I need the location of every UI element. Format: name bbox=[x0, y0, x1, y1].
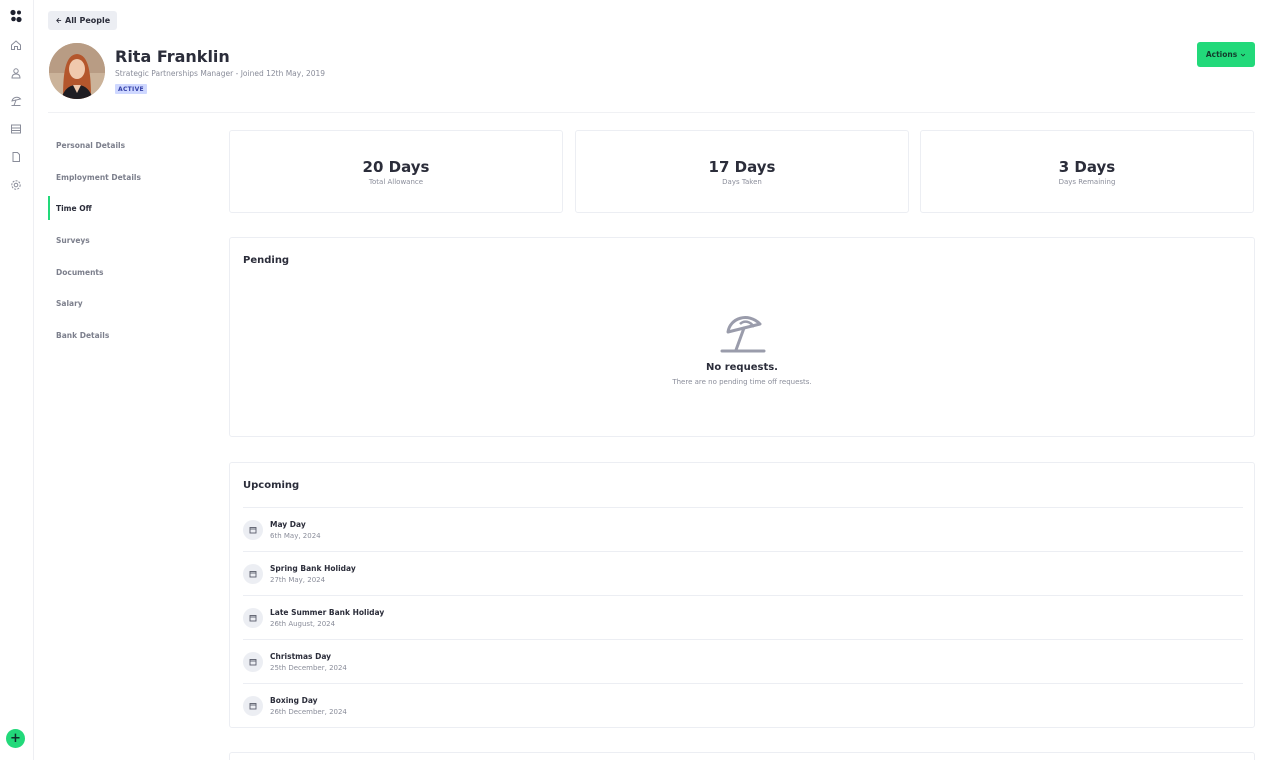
stat-card-days-taken: 17 Days Days Taken bbox=[575, 130, 909, 213]
nav-item-documents[interactable]: Documents bbox=[48, 260, 208, 284]
beach-umbrella-icon bbox=[718, 310, 768, 354]
stat-label: Days Remaining bbox=[1058, 178, 1116, 186]
nav-item-label: Employment Details bbox=[56, 172, 141, 182]
pending-title: Pending bbox=[243, 255, 290, 266]
nav-item-label: Documents bbox=[56, 267, 104, 277]
calendar-icon bbox=[243, 564, 263, 584]
nav-item-surveys[interactable]: Surveys bbox=[48, 228, 208, 252]
next-panel bbox=[229, 752, 1255, 760]
settings-icon[interactable] bbox=[9, 178, 23, 192]
holiday-date: 26th December, 2024 bbox=[270, 708, 347, 716]
holiday-name: Spring Bank Holiday bbox=[270, 564, 356, 573]
holiday-name: May Day bbox=[270, 520, 306, 529]
calendar-icon bbox=[243, 520, 263, 540]
nav-item-personal-details[interactable]: Personal Details bbox=[48, 133, 208, 157]
stat-label: Days Taken bbox=[722, 178, 762, 186]
back-button-label: All People bbox=[65, 16, 111, 25]
stat-value: 17 Days bbox=[708, 158, 776, 176]
nav-item-label: Time Off bbox=[56, 203, 92, 213]
nav-item-label: Bank Details bbox=[56, 330, 110, 340]
upcoming-panel: Upcoming May Day 6th May, 2024 Spring Ba… bbox=[229, 462, 1255, 728]
calendar-icon bbox=[243, 696, 263, 716]
holiday-date: 25th December, 2024 bbox=[270, 664, 347, 672]
nav-item-label: Personal Details bbox=[56, 140, 126, 150]
list-item: Late Summer Bank Holiday 26th August, 20… bbox=[243, 596, 1243, 640]
beach-icon[interactable] bbox=[9, 94, 23, 108]
stat-value: 3 Days bbox=[1058, 158, 1116, 176]
stat-value: 20 Days bbox=[362, 158, 430, 176]
avatar bbox=[49, 43, 105, 99]
person-name: Rita Franklin bbox=[115, 47, 230, 66]
calendar-icon bbox=[243, 608, 263, 628]
app-logo-icon[interactable] bbox=[9, 8, 23, 23]
app-rail: + bbox=[0, 0, 34, 760]
nav-item-employment-details[interactable]: Employment Details bbox=[48, 165, 208, 189]
pending-panel: Pending No requests. There are no pendin… bbox=[229, 237, 1255, 437]
back-arrow-icon bbox=[56, 18, 62, 23]
home-icon[interactable] bbox=[9, 38, 23, 52]
stat-label: Total Allowance bbox=[368, 178, 424, 186]
nav-item-label: Salary bbox=[56, 298, 83, 308]
document-icon[interactable] bbox=[9, 150, 23, 164]
list-item: Boxing Day 26th December, 2024 bbox=[243, 684, 1243, 728]
holiday-name: Boxing Day bbox=[270, 696, 318, 705]
actions-label: Actions bbox=[1205, 50, 1238, 59]
holiday-name: Late Summer Bank Holiday bbox=[270, 608, 385, 617]
table-icon[interactable] bbox=[9, 122, 23, 136]
person-icon[interactable] bbox=[9, 66, 23, 80]
nav-item-time-off[interactable]: Time Off bbox=[48, 196, 208, 220]
holiday-date: 27th May, 2024 bbox=[270, 576, 326, 584]
holiday-date: 26th August, 2024 bbox=[270, 620, 336, 628]
nav-item-label: Surveys bbox=[56, 235, 90, 245]
list-item: Christmas Day 25th December, 2024 bbox=[243, 640, 1243, 684]
holiday-date: 6th May, 2024 bbox=[270, 532, 321, 540]
empty-state-title: No requests. bbox=[706, 362, 778, 373]
empty-state-text: There are no pending time off requests. bbox=[672, 378, 812, 386]
all-people-button[interactable]: All People bbox=[48, 11, 118, 30]
header-divider bbox=[48, 112, 1255, 113]
nav-item-salary[interactable]: Salary bbox=[48, 291, 208, 315]
chevron-down-icon bbox=[1241, 53, 1246, 57]
calendar-icon bbox=[243, 652, 263, 672]
stat-card-days-remaining: 3 Days Days Remaining bbox=[920, 130, 1254, 213]
stat-card-total-allowance: 20 Days Total Allowance bbox=[229, 130, 563, 213]
holiday-name: Christmas Day bbox=[270, 652, 332, 661]
person-subtitle: Strategic Partnerships Manager - Joined … bbox=[115, 69, 326, 78]
status-badge: ACTIVE bbox=[115, 84, 147, 94]
plus-icon: + bbox=[10, 731, 21, 746]
upcoming-title: Upcoming bbox=[243, 480, 300, 491]
list-item: Spring Bank Holiday 27th May, 2024 bbox=[243, 552, 1243, 596]
actions-button[interactable]: Actions bbox=[1197, 42, 1255, 67]
nav-item-bank-details[interactable]: Bank Details bbox=[48, 323, 208, 347]
add-button[interactable]: + bbox=[6, 729, 25, 748]
list-item: May Day 6th May, 2024 bbox=[243, 508, 1243, 552]
